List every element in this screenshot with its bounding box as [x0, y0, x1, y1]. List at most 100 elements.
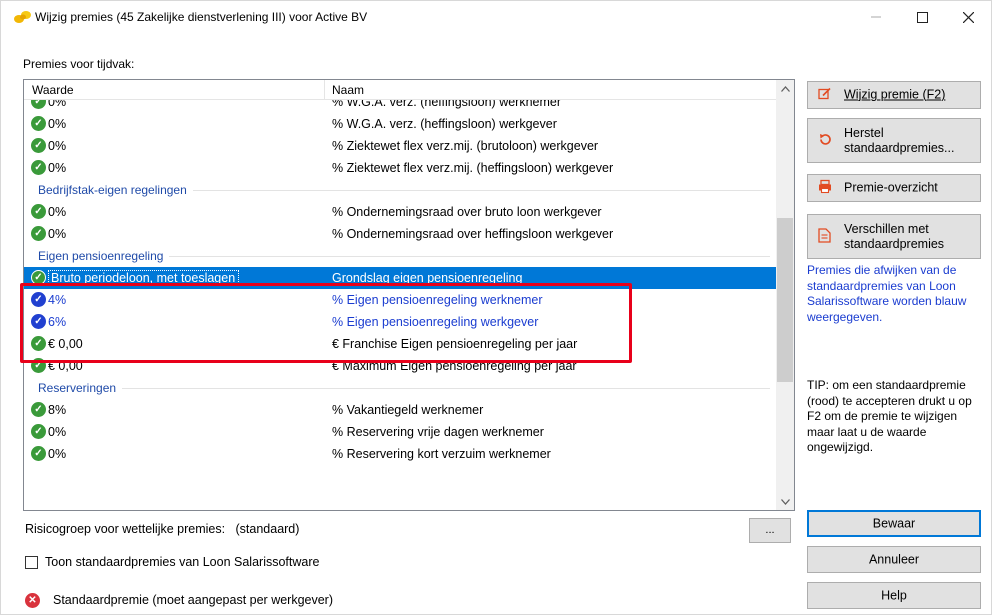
row-value: 0%	[48, 117, 67, 131]
row-name: % W.G.A. verz. (heffingsloon) werkgever	[332, 117, 557, 131]
edit-icon	[818, 87, 832, 104]
row-name: % Vakantiegeld werknemer	[332, 403, 484, 417]
info-blue-text: Premies die afwijken van de standaardpre…	[807, 263, 967, 324]
check-icon: ✓	[31, 160, 46, 175]
list-header: Waarde Naam	[24, 80, 776, 100]
table-row[interactable]: ✓ 0% % Ondernemingsraad over heffingsloon …	[24, 223, 776, 245]
table-row[interactable]: ✓ 0% % Reservering kort verzuim werknemer	[24, 443, 776, 465]
check-icon: ✓	[31, 270, 46, 285]
group-label: Eigen pensioenregeling	[38, 249, 170, 263]
table-row[interactable]: ✓ 4% % Eigen pensioenregeling werknemer	[24, 289, 776, 311]
check-icon: ✓	[31, 424, 46, 439]
row-name: % Ziektewet flex verz.mij. (brutoloon) w…	[332, 139, 599, 153]
minimize-icon	[871, 16, 881, 18]
document-icon	[818, 227, 831, 246]
verschillen-label: Verschillen met standaardpremies	[844, 221, 945, 251]
toon-standaardpremies-label[interactable]: Toon standaardpremies van Loon Salarisso…	[45, 555, 319, 569]
table-row[interactable]: ✓ 0% % Reservering vrije dagen werknemer	[24, 421, 776, 443]
bewaar-button[interactable]: Bewaar	[807, 510, 981, 537]
row-name: % Reservering vrije dagen werknemer	[332, 425, 544, 439]
verschillen-button[interactable]: Verschillen met standaardpremies	[807, 214, 981, 259]
scroll-down-arrow-icon[interactable]	[776, 493, 794, 510]
table-row[interactable]: ✓ 8% % Vakantiegeld werknemer	[24, 399, 776, 421]
check-icon: ✓	[31, 402, 46, 417]
group-label: Bedrijfstak-eigen regelingen	[38, 183, 193, 197]
app-logo-icon	[14, 11, 31, 23]
row-name: € Maximum Eigen pensioenregeling per jaa…	[332, 359, 577, 373]
check-icon: ✓	[31, 204, 46, 219]
row-name: % Ondernemingsraad over bruto loon werkg…	[332, 205, 602, 219]
row-value: 8%	[48, 403, 67, 417]
table-row[interactable]: ✓ 0% % Ziektewet flex verz.mij. (heffingsl…	[24, 157, 776, 179]
check-icon: ✓	[31, 100, 46, 109]
table-row[interactable]: ✓ Bruto periodeloon, met toeslagen Grondsl…	[24, 267, 776, 289]
premie-overzicht-label: Premie-overzicht	[844, 180, 938, 195]
row-value: 0%	[48, 161, 67, 175]
row-value: 0%	[48, 447, 67, 461]
maximize-icon	[916, 11, 928, 23]
row-value: 0%	[48, 100, 67, 109]
row-value: 4%	[48, 293, 67, 307]
row-name: % Ziektewet flex verz.mij. (heffingsloon…	[332, 161, 614, 175]
row-name: % Ondernemingsraad over heffingsloon wer…	[332, 227, 614, 241]
maximize-button[interactable]	[899, 1, 945, 33]
title-bar: Wijzig premies (45 Zakelijke dienstverle…	[1, 1, 991, 33]
group-header: Bedrijfstak-eigen regelingen	[24, 179, 776, 201]
row-name: € Franchise Eigen pensioenregeling per j…	[332, 337, 578, 351]
table-row[interactable]: ✓ 6% % Eigen pensioenregeling werkgever	[24, 311, 776, 333]
herstel-standaardpremies-button[interactable]: Herstel standaardpremies...	[807, 118, 981, 163]
undo-icon	[818, 132, 832, 149]
minimize-button[interactable]	[853, 1, 899, 33]
column-divider[interactable]	[324, 80, 325, 100]
column-header-waarde[interactable]: Waarde	[32, 83, 74, 97]
row-value: 0%	[48, 139, 67, 153]
table-row[interactable]: ✓ € 0,00 € Franchise Eigen pensioenregelin…	[24, 333, 776, 355]
check-icon: ✓	[31, 358, 46, 373]
wijzig-premie-button[interactable]: Wijzig premie (F2)	[807, 81, 981, 109]
bewaar-label: Bewaar	[872, 516, 916, 530]
row-value: 0%	[48, 425, 67, 439]
help-button[interactable]: Help	[807, 582, 981, 609]
help-label: Help	[881, 588, 907, 602]
wijzig-premie-label: Wijzig premie (F2)	[844, 87, 946, 102]
annuleer-button[interactable]: Annuleer	[807, 546, 981, 573]
row-value: 0%	[48, 205, 67, 219]
premies-label: Premies voor tijdvak:	[23, 57, 135, 71]
table-row[interactable]: ✓ € 0,00 € Maximum Eigen pensioenregeling …	[24, 355, 776, 377]
row-value: € 0,00	[48, 359, 83, 373]
window-title: Wijzig premies (45 Zakelijke dienstverle…	[35, 10, 368, 24]
row-name: % Eigen pensioenregeling werkgever	[332, 315, 539, 329]
check-icon: ✓	[31, 446, 46, 461]
close-icon	[962, 11, 974, 23]
tip-text: TIP: om een standaardpremie (rood) te ac…	[807, 378, 972, 454]
table-row[interactable]: ✓ 0% % Ondernemingsraad over bruto loon we…	[24, 201, 776, 223]
printer-icon	[818, 179, 832, 197]
group-header: Reserveringen	[24, 377, 776, 399]
row-value: Bruto periodeloon, met toeslagen	[48, 270, 240, 286]
dialog-window: Wijzig premies (45 Zakelijke dienstverle…	[0, 0, 992, 615]
close-button[interactable]	[945, 1, 991, 33]
check-icon: ✓	[31, 116, 46, 131]
legend-text: Standaardpremie (moet aangepast per werk…	[53, 593, 334, 607]
row-value: € 0,00	[48, 337, 83, 351]
toon-standaardpremies-checkbox[interactable]	[25, 556, 38, 569]
row-value: 6%	[48, 315, 67, 329]
annuleer-label: Annuleer	[868, 552, 920, 566]
row-value: 0%	[48, 227, 67, 241]
risicogroep-text: Risicogroep voor wettelijke premies: (st…	[25, 522, 300, 536]
table-row[interactable]: ✓ 0% % Ziektewet flex verz.mij. (brutoloon…	[24, 135, 776, 157]
table-row[interactable]: ✓ 0% % W.G.A. verz. (heffingsloon) werkgev…	[24, 113, 776, 135]
risicogroep-browse-button[interactable]: ...	[749, 518, 791, 543]
vertical-scrollbar[interactable]	[776, 80, 794, 510]
premie-overzicht-button[interactable]: Premie-overzicht	[807, 174, 981, 202]
check-icon: ✓	[31, 138, 46, 153]
column-header-naam[interactable]: Naam	[332, 83, 364, 97]
check-icon: ✓	[31, 336, 46, 351]
scroll-up-arrow-icon[interactable]	[776, 80, 794, 97]
scrollbar-thumb[interactable]	[777, 218, 793, 382]
row-name: % W.G.A. verz. (heffingsloon) werknemer	[332, 100, 562, 109]
herstel-label: Herstel standaardpremies...	[844, 125, 955, 155]
premies-listview[interactable]: Waarde Naam ✓ 0%% W.G.A. verz. (heffingsl…	[23, 79, 795, 511]
group-divider	[38, 388, 770, 389]
table-row[interactable]: ✓ 0% % W.G.A. verz. (heffingsloon) werknem…	[24, 100, 776, 113]
